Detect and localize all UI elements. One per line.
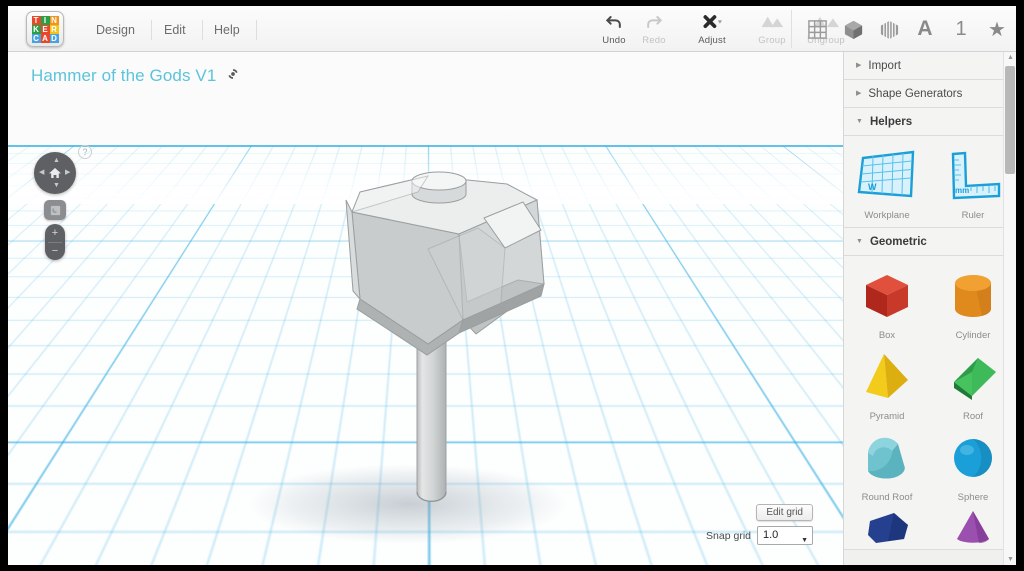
box-icon [844,266,930,328]
scroll-up-arrow[interactable]: ▲ [1007,54,1014,61]
geometric-row: Box Cylinder [844,262,1016,343]
section-geometric-label: Geometric [870,228,927,256]
logo-letter-t-0: T [32,16,41,25]
logo-letter-a-7: A [41,34,50,43]
snap-grid-select[interactable]: 1.0 ▼ [757,526,813,545]
solid-box-icon[interactable] [840,14,866,44]
logo-letter-n-2: N [50,16,59,25]
workplane-icon: W [844,146,930,208]
shape-polygon[interactable] [844,505,930,545]
logo-letter-grid: TINKERCAD [32,16,59,43]
wireframe-box-icon[interactable] [876,14,902,44]
logo-letter-c-6: C [32,34,41,43]
redo-button[interactable]: Redo [626,12,682,50]
zoom-out-button[interactable]: − [45,242,65,260]
svg-text:mm: mm [955,186,969,195]
logo-letter-i-1: I [41,16,50,25]
redo-icon [626,12,682,34]
geometric-shelf: Box Cylinder [844,256,1016,550]
section-helpers[interactable]: ▼ Helpers [844,108,1016,136]
snap-grid-label: Snap grid [706,530,751,542]
shape-box[interactable]: Box [844,262,930,343]
star-icon[interactable]: ★ [984,14,1010,44]
geometric-row: Pyramid Roof [844,343,1016,424]
workplane-label: Workplane [844,210,930,221]
nav-right-arrow[interactable]: ▶ [65,169,70,176]
text-a-icon[interactable]: A [912,14,938,44]
box-label: Box [844,330,930,341]
pyramid-label: Pyramid [844,411,930,422]
shape-round-roof[interactable]: Round Roof [844,424,930,505]
nav-left-arrow[interactable]: ◀ [39,169,44,176]
tinkercad-app: TINKERCAD Design Edit Help Undo Redo [8,6,1016,565]
design-title[interactable]: Hammer of the Gods V1 [31,66,216,86]
home-icon[interactable] [47,165,63,181]
workspace-canvas[interactable]: Hammer of the Gods V1 ▲ ▼ ◀ ▶ [8,52,843,565]
sync-icon[interactable] [226,67,240,86]
design-title-group: Hammer of the Gods V1 [31,66,240,86]
snap-grid-value: 1.0 [763,529,778,541]
section-shape-generators-label: Shape Generators [868,80,962,108]
tinkercad-logo[interactable]: TINKERCAD [26,11,64,47]
svg-text:W: W [868,182,877,192]
zoom-divider [48,242,62,243]
section-helpers-label: Helpers [870,108,912,136]
logo-letter-d-8: D [50,34,59,43]
helpers-shelf: W Workplane mm [844,136,1016,228]
section-import[interactable]: ▶ Import [844,52,1016,80]
helpers-row: W Workplane mm [844,142,1016,223]
snap-grid-control: Snap grid 1.0 ▼ [706,526,813,545]
chevron-right-icon: ▶ [856,52,861,80]
logo-letter-e-4: E [41,25,50,34]
shape-pyramid[interactable]: Pyramid [844,343,930,424]
scroll-down-arrow[interactable]: ▼ [1007,556,1014,563]
top-toolbar: TINKERCAD Design Edit Help Undo Redo [8,6,1016,52]
logo-letter-r-5: R [50,25,59,34]
scrollbar-thumb[interactable] [1005,66,1015,174]
view-navigation-pad[interactable]: ▲ ▼ ◀ ▶ [34,152,76,194]
grid-view-icon[interactable] [804,14,830,44]
menu-edit[interactable]: Edit [148,20,203,40]
polygon-icon [844,509,930,543]
geometric-row: Round Roof Sphere [844,424,1016,505]
number-one-icon[interactable]: 1 [948,14,974,44]
help-icon[interactable]: ? [78,145,92,159]
adjust-button[interactable]: Adjust [684,12,740,50]
edit-grid-button[interactable]: Edit grid [756,504,813,521]
shape-workplane[interactable]: W Workplane [844,142,930,223]
redo-label: Redo [626,35,682,46]
section-shape-generators[interactable]: ▶ Shape Generators [844,80,1016,108]
round-roof-label: Round Roof [844,492,930,503]
section-geometric[interactable]: ▼ Geometric [844,228,1016,256]
logo-letter-k-3: K [32,25,41,34]
adjust-icon [684,12,740,34]
chevron-down-icon: ▼ [856,228,863,256]
zoom-control[interactable]: + − [45,224,65,260]
round-roof-icon [844,428,930,490]
hammer-model[interactable] [8,52,843,565]
chevron-down-icon: ▼ [801,532,808,549]
nav-up-arrow[interactable]: ▲ [53,157,60,164]
menu-help[interactable]: Help [198,20,257,40]
shapes-panel: ▶ Import ▶ Shape Generators ▼ Helpers [843,52,1016,565]
adjust-label: Adjust [684,35,740,46]
section-import-label: Import [868,52,901,80]
fit-to-view-button[interactable] [44,200,66,220]
nav-down-arrow[interactable]: ▼ [53,182,60,189]
panel-scrollbar[interactable]: ▲ ▼ [1003,52,1016,565]
chevron-right-icon: ▶ [856,80,861,108]
menu-design[interactable]: Design [80,20,152,40]
geometric-row [844,505,1016,545]
chevron-down-icon: ▼ [856,108,863,136]
zoom-in-button[interactable]: + [45,224,65,242]
view-icon-group: A 1 ★ [791,10,1010,48]
pyramid-icon [844,347,930,409]
